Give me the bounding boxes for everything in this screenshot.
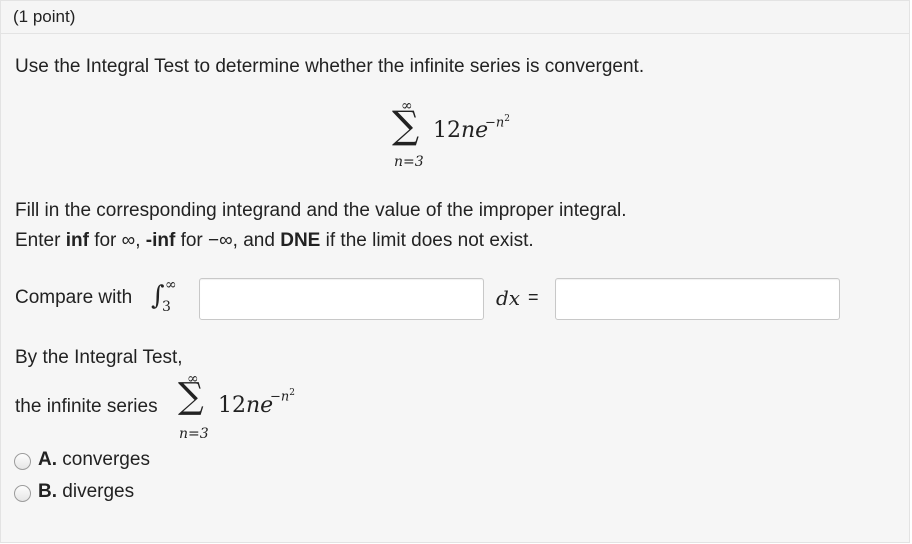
integrand-input[interactable]: [199, 278, 484, 320]
series-lower-limit: n=3: [394, 154, 424, 170]
dx-label: dx: [496, 286, 521, 310]
conclusion-series-lower: n=3: [179, 426, 209, 442]
conclusion-line2: the infinite series: [15, 396, 158, 417]
conclusion-sigma-symbol: ∑: [178, 376, 204, 417]
conclusion-series-exponent: −n2: [270, 388, 295, 405]
option-a-radio[interactable]: [14, 453, 31, 470]
option-b-label[interactable]: B. diverges: [38, 481, 134, 503]
equals-sign: =: [528, 287, 539, 307]
compare-label: Compare with: [15, 287, 133, 308]
series-exponent: −n2: [485, 114, 510, 131]
points-header: (1 point): [0, 0, 910, 34]
points-label: (1 point): [13, 7, 76, 26]
integral-lower-limit: 3: [162, 299, 171, 315]
conclusion-line1: By the Integral Test,: [15, 347, 183, 368]
option-a-label[interactable]: A. converges: [38, 449, 150, 471]
integral-upper-limit: ∞: [165, 277, 177, 293]
option-b-radio[interactable]: [14, 485, 31, 502]
instructions-line2: Enter inf for ∞, -inf for −∞, and DNE if…: [15, 230, 534, 251]
integral-value-input[interactable]: [555, 278, 840, 320]
question-prompt: Use the Integral Test to determine wheth…: [15, 56, 645, 77]
series-term: 12ne: [433, 118, 489, 143]
instructions-line1: Fill in the corresponding integrand and …: [15, 200, 627, 221]
sigma-symbol: ∑: [392, 103, 420, 147]
conclusion-series-term: 12ne: [218, 393, 274, 418]
